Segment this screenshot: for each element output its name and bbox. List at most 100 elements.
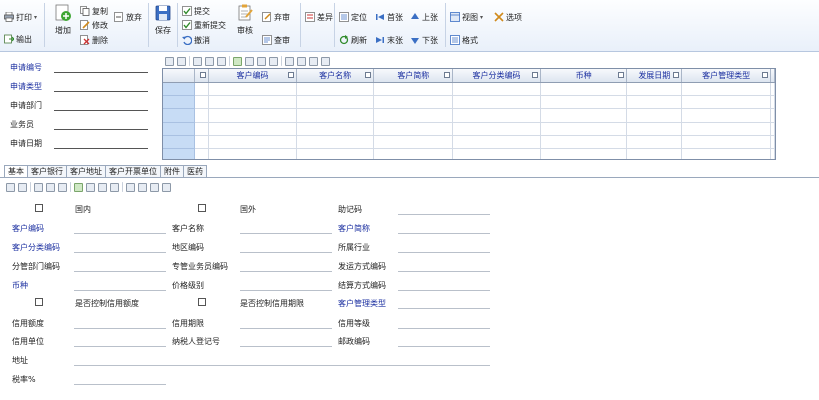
table-cell[interactable] — [194, 95, 210, 110]
detail-eraser-icon[interactable] — [162, 182, 171, 192]
table-cell[interactable] — [540, 135, 628, 150]
grid-doc2-icon[interactable] — [257, 56, 266, 66]
table-row[interactable] — [163, 135, 775, 150]
table-cell[interactable] — [296, 108, 375, 123]
table-cell[interactable] — [373, 148, 454, 159]
audit-button[interactable]: 审核 — [234, 4, 256, 36]
detail-edit-icon[interactable] — [138, 182, 147, 192]
table-cell[interactable] — [770, 108, 775, 123]
apply-dept-input[interactable] — [54, 110, 148, 111]
table-cell[interactable] — [208, 95, 297, 110]
tab-attachment[interactable]: 附件 — [160, 165, 184, 177]
apply-date-field[interactable]: 申请日期 — [10, 136, 148, 150]
row-header-cell[interactable] — [163, 82, 196, 96]
add-button[interactable]: 增加 — [52, 4, 74, 36]
customer-name-input[interactable] — [240, 233, 332, 234]
table-cell[interactable] — [208, 135, 297, 150]
table-row[interactable] — [163, 122, 775, 137]
detail-doc3-icon[interactable] — [110, 182, 119, 192]
grid-col-customer-code[interactable]: 客户编码 — [208, 69, 297, 83]
table-cell[interactable] — [373, 95, 454, 110]
table-cell[interactable] — [540, 148, 628, 159]
detail-print-icon[interactable] — [6, 182, 15, 192]
output-button[interactable]: 输出 — [4, 32, 32, 46]
table-cell[interactable] — [452, 82, 541, 96]
row-header-cell[interactable] — [163, 148, 196, 159]
grid-col-currency[interactable]: 币种 — [540, 69, 628, 83]
table-cell[interactable] — [681, 108, 771, 123]
table-cell[interactable] — [770, 82, 775, 96]
table-cell[interactable] — [452, 148, 541, 159]
table-cell[interactable] — [194, 148, 210, 159]
detail-copy-icon[interactable] — [18, 182, 27, 192]
table-cell[interactable] — [194, 82, 210, 96]
credit-limit-input[interactable] — [74, 328, 166, 329]
apply-date-input[interactable] — [54, 148, 148, 149]
table-cell[interactable] — [681, 148, 771, 159]
table-cell[interactable] — [540, 82, 628, 96]
unaudit-button[interactable]: 弃审 — [262, 10, 290, 24]
apply-no-field[interactable]: 申请编号 — [10, 60, 148, 74]
table-cell[interactable] — [626, 108, 683, 123]
table-row[interactable] — [163, 108, 775, 123]
row-header-cell[interactable] — [163, 108, 196, 123]
table-cell[interactable] — [452, 95, 541, 110]
domestic-checkbox[interactable] — [35, 204, 43, 212]
save-button[interactable]: 保存 — [152, 4, 174, 36]
resubmit-button[interactable]: 重新提交 — [182, 18, 226, 32]
last-record-button[interactable]: 末张 — [375, 33, 403, 47]
next-record-button[interactable]: 下张 — [410, 33, 438, 47]
grid-eraser-icon[interactable] — [321, 56, 330, 66]
format-button[interactable]: 格式 — [450, 33, 478, 47]
table-cell[interactable] — [194, 108, 210, 123]
apply-no-input[interactable] — [54, 72, 148, 73]
customer-grid[interactable]: 客户编码 客户名称 客户简称 客户分类编码 币种 发展日期 客户管理类型 — [162, 68, 776, 160]
customer-mgmt-type-input[interactable] — [398, 308, 490, 309]
table-cell[interactable] — [681, 82, 771, 96]
view-button[interactable]: 视图 ▾ — [450, 10, 483, 24]
table-cell[interactable] — [373, 108, 454, 123]
table-row[interactable] — [163, 148, 775, 159]
customer-class-input[interactable] — [74, 252, 166, 253]
table-cell[interactable] — [373, 135, 454, 150]
check-audit-button[interactable]: 查审 — [262, 33, 290, 47]
grid-insert-row-icon[interactable] — [193, 56, 202, 66]
modify-button[interactable]: 修改 — [80, 18, 108, 32]
row-header-cell[interactable] — [163, 135, 196, 150]
table-cell[interactable] — [626, 135, 683, 150]
grid-doc-icon[interactable] — [245, 56, 254, 66]
grid-col-customer-name[interactable]: 客户名称 — [296, 69, 375, 83]
control-credit-period-checkbox[interactable] — [198, 298, 206, 306]
table-cell[interactable] — [208, 108, 297, 123]
table-cell[interactable] — [681, 135, 771, 150]
table-row[interactable] — [163, 82, 775, 96]
salesman-code-input[interactable] — [240, 271, 332, 272]
table-cell[interactable] — [452, 122, 541, 137]
detail-doc-icon[interactable] — [86, 182, 95, 192]
table-cell[interactable] — [194, 135, 210, 150]
table-cell[interactable] — [681, 122, 771, 137]
locate-button[interactable]: 定位 — [339, 10, 367, 24]
grid-col-mgmt-type[interactable]: 客户管理类型 — [681, 69, 771, 83]
price-level-input[interactable] — [240, 290, 332, 291]
table-cell[interactable] — [681, 95, 771, 110]
credit-level-input[interactable] — [398, 328, 490, 329]
customer-short-input[interactable] — [398, 233, 490, 234]
tab-basic[interactable]: 基本 — [4, 165, 28, 177]
credit-unit-input[interactable] — [74, 346, 166, 347]
prev-record-button[interactable]: 上张 — [410, 10, 438, 24]
grid-col-pin[interactable] — [194, 69, 210, 83]
mnemonic-input[interactable] — [398, 214, 490, 215]
foreign-checkbox[interactable] — [198, 204, 206, 212]
copy-button[interactable]: 复制 — [80, 4, 108, 18]
region-code-input[interactable] — [240, 252, 332, 253]
table-cell[interactable] — [373, 122, 454, 137]
grid-col-develop-date[interactable]: 发展日期 — [626, 69, 683, 83]
detail-insert-icon[interactable] — [34, 182, 43, 192]
grid-chart-icon[interactable] — [285, 56, 294, 66]
table-cell[interactable] — [770, 122, 775, 137]
tab-customer-address[interactable]: 客户地址 — [66, 165, 106, 177]
row-header-cell[interactable] — [163, 95, 196, 110]
taxpayer-id-input[interactable] — [240, 346, 332, 347]
postcode-input[interactable] — [398, 346, 490, 347]
